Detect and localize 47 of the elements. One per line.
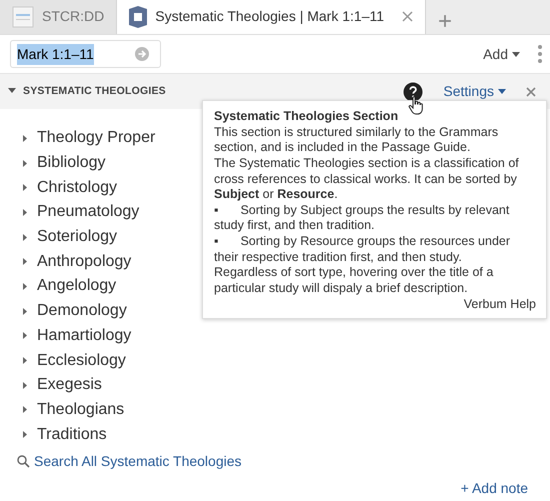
expand-caret-icon[interactable]	[22, 160, 28, 167]
tree-item[interactable]: Theologians	[37, 398, 124, 422]
caret-icon	[512, 52, 520, 56]
collapse-caret-icon[interactable]	[8, 88, 16, 96]
tree-item[interactable]: Hamartiology	[37, 324, 132, 348]
expand-caret-icon[interactable]	[22, 382, 28, 389]
tree-item[interactable]: Soteriology	[37, 224, 118, 250]
search-icon	[17, 454, 30, 468]
tree-item[interactable]: Pneumatology	[37, 200, 140, 225]
expand-caret-icon[interactable]	[22, 431, 28, 438]
tree-item[interactable]: Bibliology	[37, 150, 106, 176]
help-tooltip: Systematic Theologies Section This section is structured similarly to the Grammars section, and is included in the Passage Guide. The Systematic Theologies section is a classification of cross references to classical works. It can be sorted by Subject or Resource. ▪ Sorting by Subject groups the results by relevant study first, and then tradition. ▪ Sorting by Resource groups the resources under their respective tradition first, and then study. Regardless of sort type, hovering over the title of a particular study will dispaly a brief description. Verbum Help	[202, 100, 547, 320]
expand-caret-icon[interactable]	[22, 234, 28, 241]
tree-item[interactable]: Christology	[37, 175, 118, 200]
close-tab-icon[interactable]	[402, 11, 414, 22]
section-title: SYSTEMATIC THEOLOGIES	[23, 84, 166, 99]
guide-icon	[129, 6, 148, 28]
add-note-link[interactable]: + Add note	[460, 478, 528, 499]
tree-item[interactable]: Exegesis	[37, 372, 102, 398]
tree-item[interactable]: Demonology	[37, 298, 127, 324]
more-icon[interactable]	[538, 45, 542, 63]
expand-caret-icon[interactable]	[22, 208, 28, 216]
expand-caret-icon[interactable]	[22, 308, 28, 315]
reference-field[interactable]: Mark 1:1–11	[10, 40, 161, 68]
help-link[interactable]: Verbum Help	[464, 296, 536, 310]
expand-caret-icon[interactable]	[22, 332, 28, 340]
expand-caret-icon[interactable]	[22, 282, 28, 290]
expand-caret-icon[interactable]	[22, 184, 28, 192]
tab[interactable]: Systematic Theologies | Mark 1:1–11	[117, 0, 426, 34]
tree-item[interactable]: Angelology	[37, 274, 116, 299]
search-all-link[interactable]: Search All Systematic Theologies	[34, 450, 242, 472]
hand-cursor-icon	[408, 96, 424, 115]
tree-item[interactable]: Anthropology	[37, 249, 132, 274]
expand-caret-icon[interactable]	[22, 406, 28, 414]
document-icon	[12, 6, 34, 28]
tree-item[interactable]: Traditions	[37, 422, 107, 447]
help-icon[interactable]	[403, 82, 424, 102]
close-icon[interactable]	[526, 86, 536, 96]
tree-item[interactable]: Theology Proper	[37, 126, 156, 151]
tree-item[interactable]: Ecclesiology	[37, 348, 126, 373]
settings-dropdown[interactable]: Settings	[437, 80, 512, 103]
tab[interactable]: STCR:DD	[0, 0, 118, 34]
caret-icon	[498, 89, 506, 94]
expand-caret-icon[interactable]	[22, 357, 28, 364]
expand-caret-icon[interactable]	[22, 134, 28, 142]
add-dropdown[interactable]: Add	[477, 42, 526, 66]
expand-caret-icon[interactable]	[22, 258, 28, 266]
